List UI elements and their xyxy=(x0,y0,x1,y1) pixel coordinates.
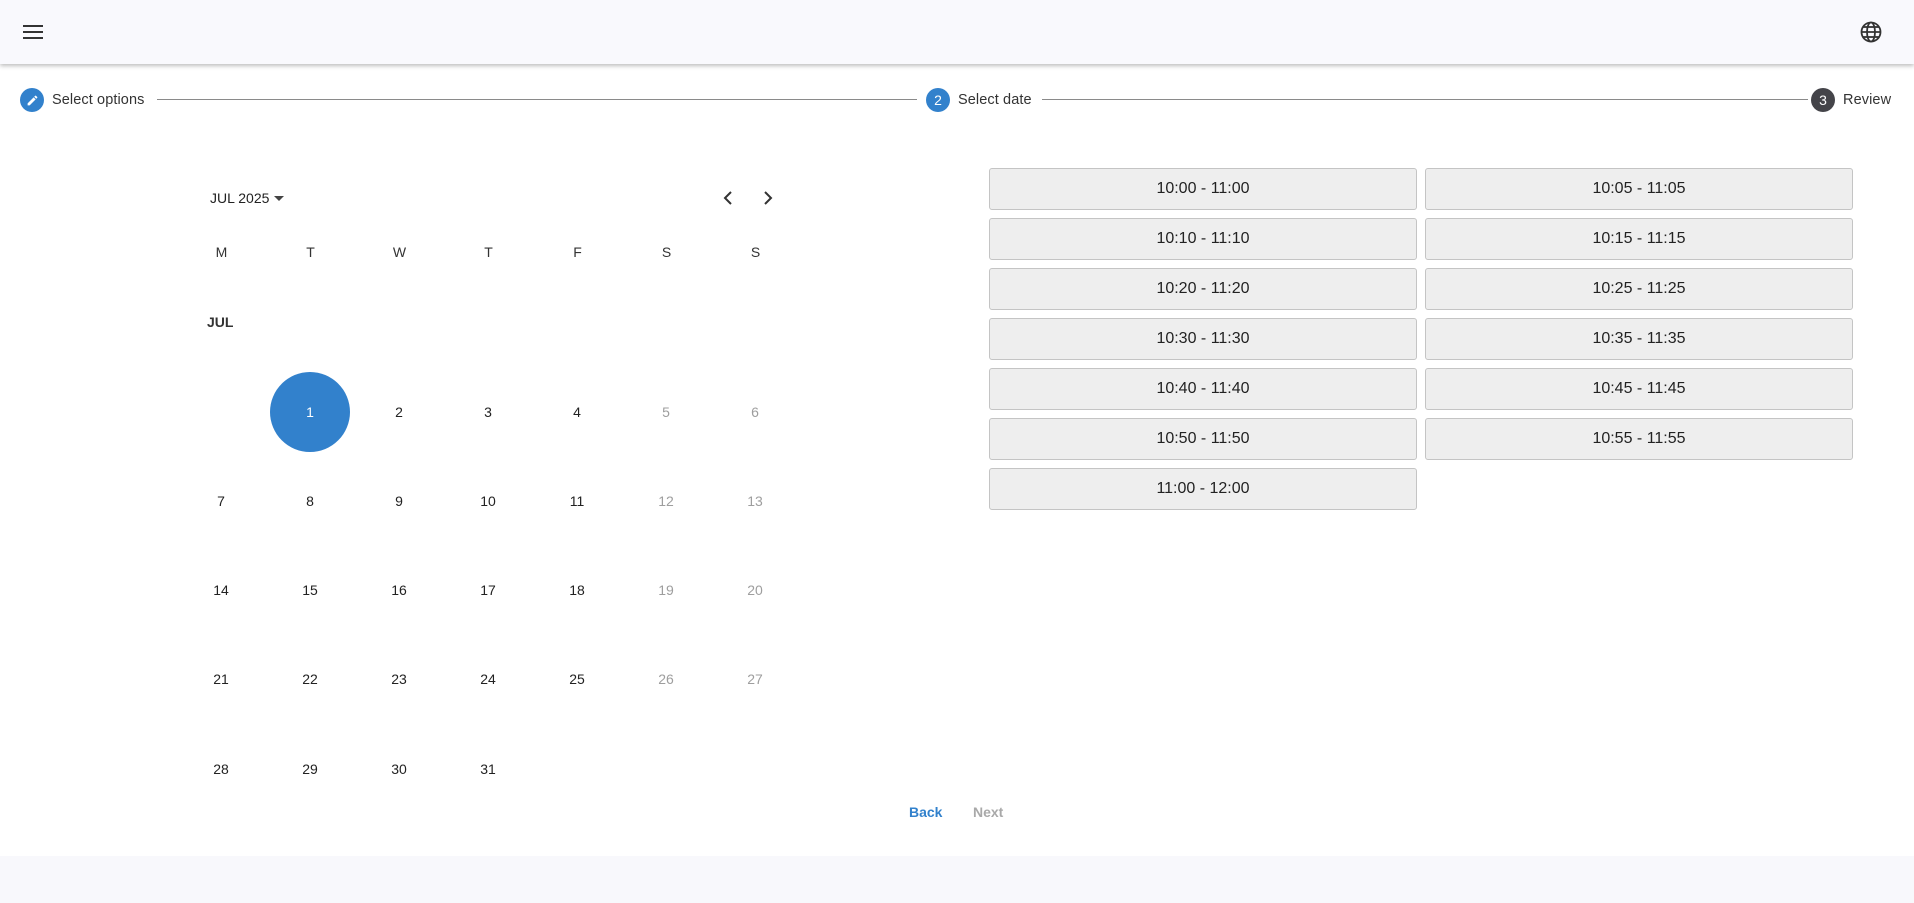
calendar-day: 19 xyxy=(658,582,674,598)
booking-content: Select options 2 Select date 3 Review JU… xyxy=(0,64,1914,856)
time-slot-button[interactable]: 10:05 - 11:05 xyxy=(1425,168,1853,210)
month-label: JUL xyxy=(207,314,234,330)
chevron-right-icon[interactable] xyxy=(752,182,784,214)
calendar-day[interactable]: 18 xyxy=(537,550,617,630)
step-label: Review xyxy=(1843,92,1892,108)
step-select-options[interactable]: Select options xyxy=(20,87,145,113)
time-slot-button[interactable]: 10:20 - 11:20 xyxy=(989,268,1417,310)
pencil-icon xyxy=(20,88,44,112)
calendar-day[interactable]: 2 xyxy=(359,372,439,452)
calendar-day[interactable]: 10 xyxy=(448,461,528,541)
calendar-day[interactable]: 11 xyxy=(537,461,617,541)
calendar-day[interactable]: 15 xyxy=(270,550,350,630)
menu-icon[interactable] xyxy=(13,12,53,52)
time-slot-button[interactable]: 10:50 - 11:50 xyxy=(989,418,1417,460)
weekday-label: S xyxy=(750,244,761,260)
step-connector xyxy=(157,99,917,100)
calendar-day[interactable]: 22 xyxy=(270,639,350,719)
calendar-day[interactable]: 28 xyxy=(181,729,261,809)
month-year-selector[interactable]: JUL 2025 xyxy=(210,186,285,210)
calendar-day[interactable]: 21 xyxy=(181,639,261,719)
top-app-bar xyxy=(0,0,1914,64)
calendar-day: 26 xyxy=(658,671,674,687)
calendar-day: 13 xyxy=(747,493,763,509)
calendar-day[interactable]: 9 xyxy=(359,461,439,541)
calendar-day[interactable]: 30 xyxy=(359,729,439,809)
calendar-day[interactable]: 24 xyxy=(448,639,528,719)
month-year-label: JUL 2025 xyxy=(210,190,270,206)
calendar-day[interactable]: 17 xyxy=(448,550,528,630)
calendar-day: 5 xyxy=(662,404,670,420)
weekday-label: S xyxy=(661,244,672,260)
next-button[interactable]: Next xyxy=(973,804,1003,820)
page-footer xyxy=(0,856,1914,903)
calendar-day[interactable]: 25 xyxy=(537,639,617,719)
weekday-label: F xyxy=(573,244,582,260)
weekday-label: W xyxy=(392,244,407,260)
step-number: 3 xyxy=(1811,88,1835,112)
weekday-label: T xyxy=(306,244,315,260)
calendar-day: 27 xyxy=(747,671,763,687)
calendar-day[interactable]: 29 xyxy=(270,729,350,809)
time-slot-button[interactable]: 10:10 - 11:10 xyxy=(989,218,1417,260)
time-slot-button[interactable]: 10:15 - 11:15 xyxy=(1425,218,1853,260)
calendar-day: 6 xyxy=(751,404,759,420)
time-slot-button[interactable]: 11:00 - 12:00 xyxy=(989,468,1417,510)
globe-icon[interactable] xyxy=(1851,12,1891,52)
calendar-day[interactable]: 14 xyxy=(181,550,261,630)
weekday-label: M xyxy=(215,244,228,260)
calendar-day[interactable]: 23 xyxy=(359,639,439,719)
time-slot-button[interactable]: 10:35 - 11:35 xyxy=(1425,318,1853,360)
calendar-day[interactable]: 31 xyxy=(448,729,528,809)
step-connector xyxy=(1042,99,1808,100)
calendar-day: 12 xyxy=(658,493,674,509)
calendar-day[interactable]: 8 xyxy=(270,461,350,541)
time-slot-button[interactable]: 10:25 - 11:25 xyxy=(1425,268,1853,310)
selected-day[interactable]: 1 xyxy=(270,372,350,452)
chevron-left-icon[interactable] xyxy=(712,182,744,214)
step-label: Select date xyxy=(958,92,1032,108)
calendar-day: 20 xyxy=(747,582,763,598)
stepper: Select options 2 Select date 3 Review xyxy=(0,64,1914,136)
time-slot-button[interactable]: 10:00 - 11:00 xyxy=(989,168,1417,210)
calendar-day[interactable]: 7 xyxy=(181,461,261,541)
time-slot-button[interactable]: 10:40 - 11:40 xyxy=(989,368,1417,410)
time-slot-button[interactable]: 10:55 - 11:55 xyxy=(1425,418,1853,460)
weekday-label: T xyxy=(484,244,493,260)
step-number: 2 xyxy=(926,88,950,112)
back-button[interactable]: Back xyxy=(909,804,942,820)
calendar-day[interactable]: 3 xyxy=(448,372,528,452)
step-label: Select options xyxy=(52,92,145,108)
time-slot-button[interactable]: 10:45 - 11:45 xyxy=(1425,368,1853,410)
step-review[interactable]: 3 Review xyxy=(1811,87,1891,113)
step-select-date[interactable]: 2 Select date xyxy=(926,87,1032,113)
calendar-day[interactable]: 16 xyxy=(359,550,439,630)
time-slot-button[interactable]: 10:30 - 11:30 xyxy=(989,318,1417,360)
calendar-day[interactable]: 4 xyxy=(537,372,617,452)
dropdown-caret-icon xyxy=(274,195,285,201)
